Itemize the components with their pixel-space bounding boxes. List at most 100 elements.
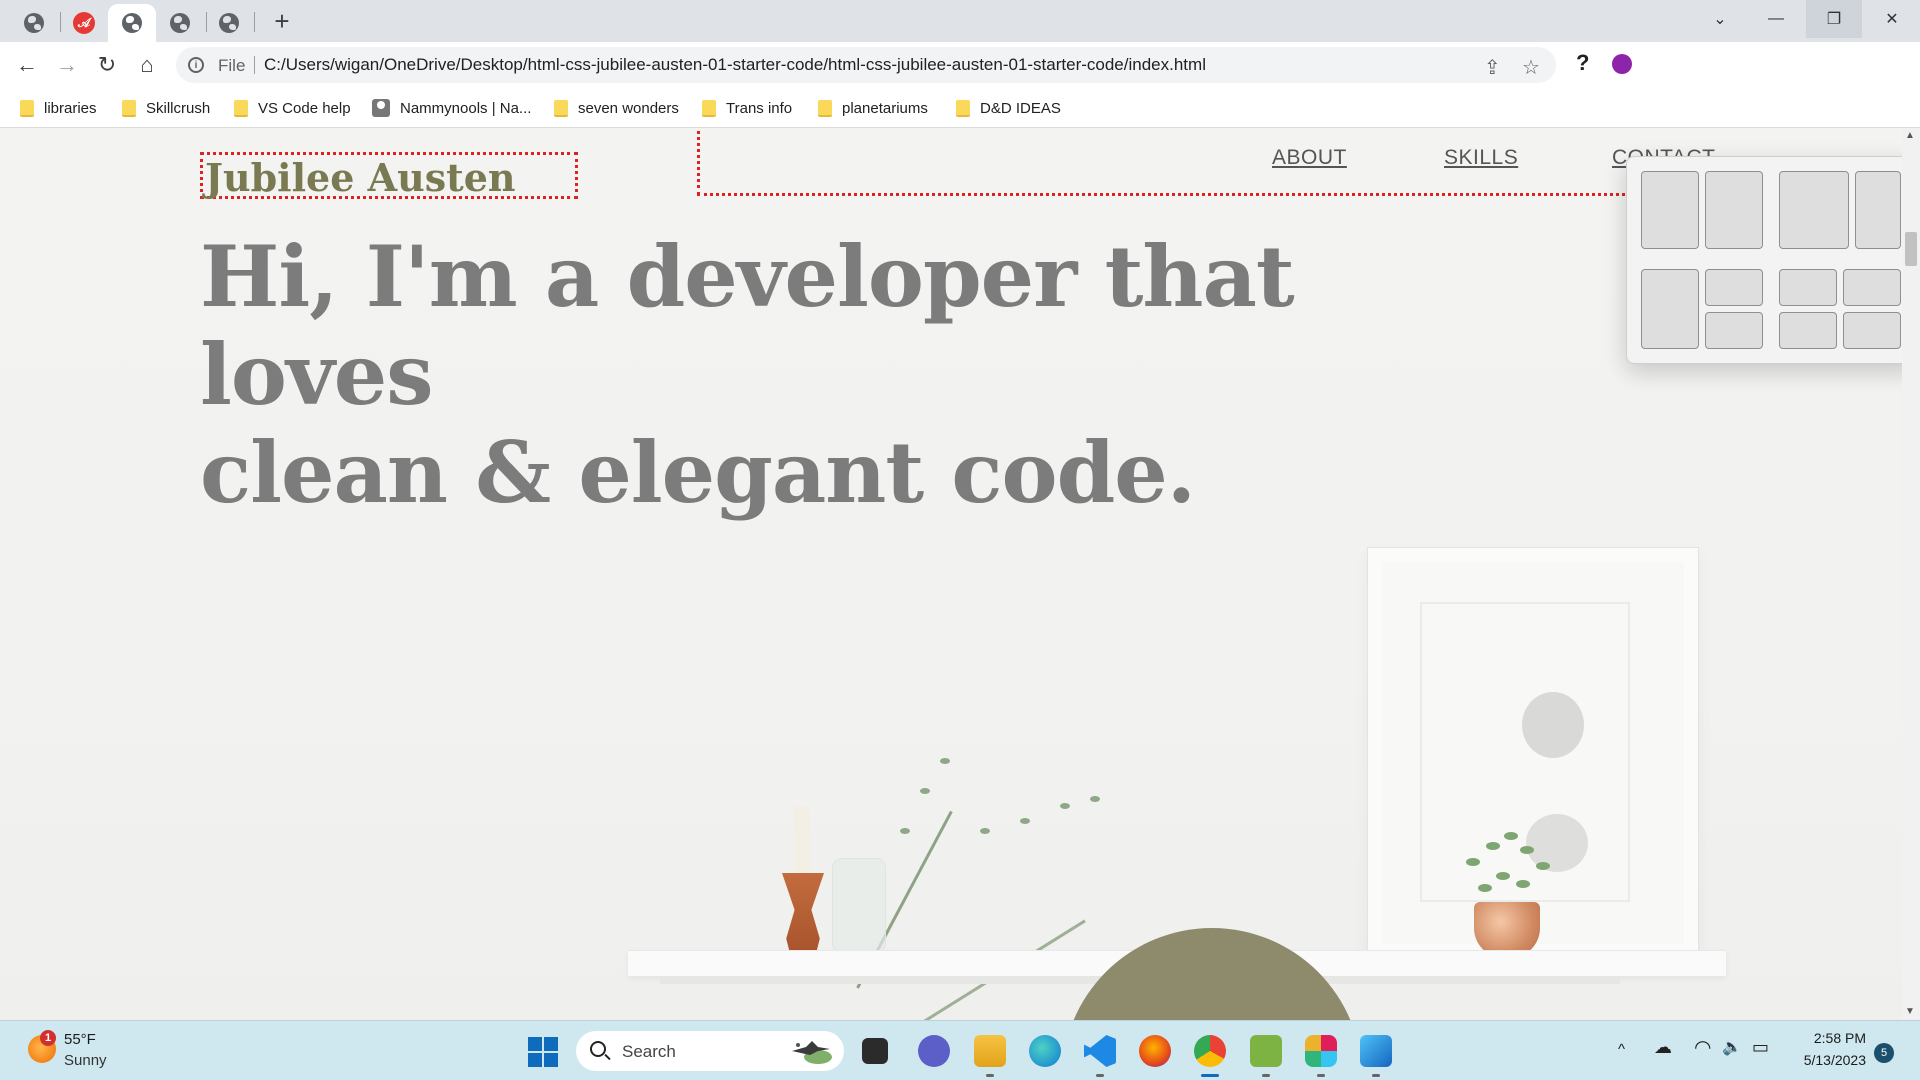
- snap-zone[interactable]: [1705, 171, 1763, 249]
- publisher-icon[interactable]: [1250, 1035, 1282, 1067]
- hero-line-1: Hi, I'm a developer that loves: [200, 227, 1295, 424]
- search-icon: [590, 1041, 606, 1057]
- home-button[interactable]: ⌂: [132, 50, 162, 80]
- globe-icon: [24, 13, 44, 33]
- scroll-down-arrow-icon[interactable]: ▼: [1905, 1006, 1915, 1017]
- folder-icon: [122, 99, 136, 117]
- hero-line-2: clean & elegant code.: [200, 423, 1196, 522]
- leaf: [980, 828, 990, 834]
- snap-zone[interactable]: [1641, 171, 1699, 249]
- folder-icon: [20, 99, 34, 117]
- slack-icon[interactable]: [1305, 1035, 1337, 1067]
- snap-zone[interactable]: [1779, 312, 1837, 349]
- browser-tab-5[interactable]: [205, 4, 253, 42]
- bookmark-label: Trans info: [726, 99, 793, 117]
- paint-icon[interactable]: [1360, 1035, 1392, 1067]
- bookmark-nammynools[interactable]: Nammynools | Na...: [372, 96, 531, 120]
- search-label: Search: [622, 1042, 676, 1061]
- start-button[interactable]: [528, 1037, 558, 1067]
- bookmark-libraries[interactable]: libraries: [20, 96, 97, 120]
- scrollbar-thumb[interactable]: [1905, 232, 1917, 266]
- bookmark-seven-wonders[interactable]: seven wonders: [554, 96, 679, 120]
- leaf: [900, 828, 910, 834]
- back-button[interactable]: ←: [12, 50, 42, 80]
- battery-icon[interactable]: ▭: [1752, 1037, 1769, 1058]
- weather-badge: 1: [40, 1030, 56, 1046]
- snap-zone[interactable]: [1843, 269, 1901, 306]
- teams-chat-icon[interactable]: [918, 1035, 950, 1067]
- web-page: Jubilee Austen ABOUT SKILLS CONTACT Hi, …: [0, 128, 1920, 1020]
- bookmark-label: seven wonders: [578, 99, 679, 117]
- snap-zone[interactable]: [1705, 269, 1763, 306]
- bookmark-label: libraries: [44, 99, 97, 117]
- extension-icon[interactable]: [1612, 54, 1632, 74]
- bookmark-planetariums[interactable]: planetariums: [818, 96, 928, 120]
- running-indicator: [986, 1074, 994, 1077]
- bookmark-vs-code-help[interactable]: VS Code help: [234, 96, 351, 120]
- leaf: [1060, 803, 1070, 809]
- snap-zone[interactable]: [1705, 312, 1763, 349]
- new-tab-button[interactable]: +: [268, 8, 296, 36]
- folder-icon: [702, 99, 716, 117]
- bookmark-label: D&D IDEAS: [980, 99, 1061, 117]
- running-indicator: [1372, 1074, 1380, 1077]
- candle: [794, 806, 810, 874]
- snap-zone[interactable]: [1855, 171, 1901, 249]
- globe-icon: [219, 13, 239, 33]
- edge-icon[interactable]: [1029, 1035, 1061, 1067]
- leaf: [940, 758, 950, 764]
- restore-button[interactable]: ❐: [1806, 0, 1862, 38]
- snap-zone[interactable]: [1641, 269, 1699, 349]
- snap-zone[interactable]: [1843, 312, 1901, 349]
- globe-icon: [122, 13, 142, 33]
- onedrive-cloud-icon[interactable]: ☁: [1654, 1037, 1672, 1058]
- forward-button[interactable]: →: [52, 50, 82, 80]
- vs-code-icon[interactable]: [1084, 1035, 1116, 1067]
- reload-button[interactable]: ↻: [92, 50, 122, 80]
- weather-temperature[interactable]: 55°F: [64, 1031, 96, 1048]
- bookmark-trans-info[interactable]: Trans info: [702, 96, 792, 120]
- tray-chevron-icon[interactable]: ^: [1618, 1041, 1625, 1058]
- bookmark-star-icon[interactable]: ☆: [1522, 55, 1540, 80]
- minimize-button[interactable]: —: [1748, 0, 1804, 38]
- url-text[interactable]: C:/Users/wigan/OneDrive/Desktop/html-css…: [264, 55, 1206, 75]
- browser-tab-4[interactable]: [156, 4, 204, 42]
- nav-link-skills[interactable]: SKILLS: [1444, 146, 1518, 170]
- file-explorer-icon[interactable]: [974, 1035, 1006, 1067]
- browser-tab-2[interactable]: 𝒜: [60, 4, 108, 42]
- clock-time[interactable]: 2:58 PM: [1776, 1030, 1866, 1046]
- info-icon[interactable]: i: [188, 57, 204, 73]
- chrome-icon[interactable]: [1194, 1035, 1226, 1067]
- leaf: [1020, 818, 1030, 824]
- notification-count-badge[interactable]: 5: [1874, 1043, 1894, 1063]
- clock-date[interactable]: 5/13/2023: [1776, 1052, 1866, 1068]
- browser-tab-1[interactable]: [10, 4, 58, 42]
- url-separator: [254, 56, 255, 74]
- firefox-icon[interactable]: [1139, 1035, 1171, 1067]
- site-logo[interactable]: Jubilee Austen: [205, 155, 516, 200]
- address-bar[interactable]: i File C:/Users/wigan/OneDrive/Desktop/h…: [176, 47, 1556, 83]
- task-view-icon[interactable]: [862, 1038, 888, 1064]
- nav-link-about[interactable]: ABOUT: [1272, 146, 1347, 170]
- glass-vase: [832, 858, 886, 953]
- volume-icon[interactable]: 🔈: [1722, 1037, 1742, 1057]
- snap-zone[interactable]: [1779, 269, 1837, 306]
- help-extension-icon[interactable]: ?: [1576, 50, 1589, 76]
- bookmark-dnd-ideas[interactable]: D&D IDEAS: [956, 96, 1061, 120]
- share-icon[interactable]: ⇪: [1484, 55, 1501, 80]
- site-favicon-icon: [372, 99, 390, 117]
- wifi-icon[interactable]: ◠: [1694, 1035, 1711, 1060]
- running-indicator: [1096, 1074, 1104, 1077]
- close-button[interactable]: ✕: [1864, 0, 1920, 38]
- folder-icon: [554, 99, 568, 117]
- browser-tab-active[interactable]: [108, 4, 156, 42]
- snap-zone[interactable]: [1779, 171, 1849, 249]
- potted-plant: [1456, 828, 1558, 908]
- bookmark-skillcrush[interactable]: Skillcrush: [122, 96, 210, 120]
- page-scrollbar[interactable]: ▲ ▼: [1902, 128, 1920, 1020]
- weather-condition[interactable]: Sunny: [64, 1052, 107, 1069]
- taskbar-search[interactable]: Search: [576, 1031, 844, 1071]
- scroll-up-arrow-icon[interactable]: ▲: [1905, 130, 1915, 141]
- bookmark-label: Nammynools | Na...: [400, 99, 532, 117]
- tab-search-button[interactable]: ⌄: [1692, 0, 1748, 38]
